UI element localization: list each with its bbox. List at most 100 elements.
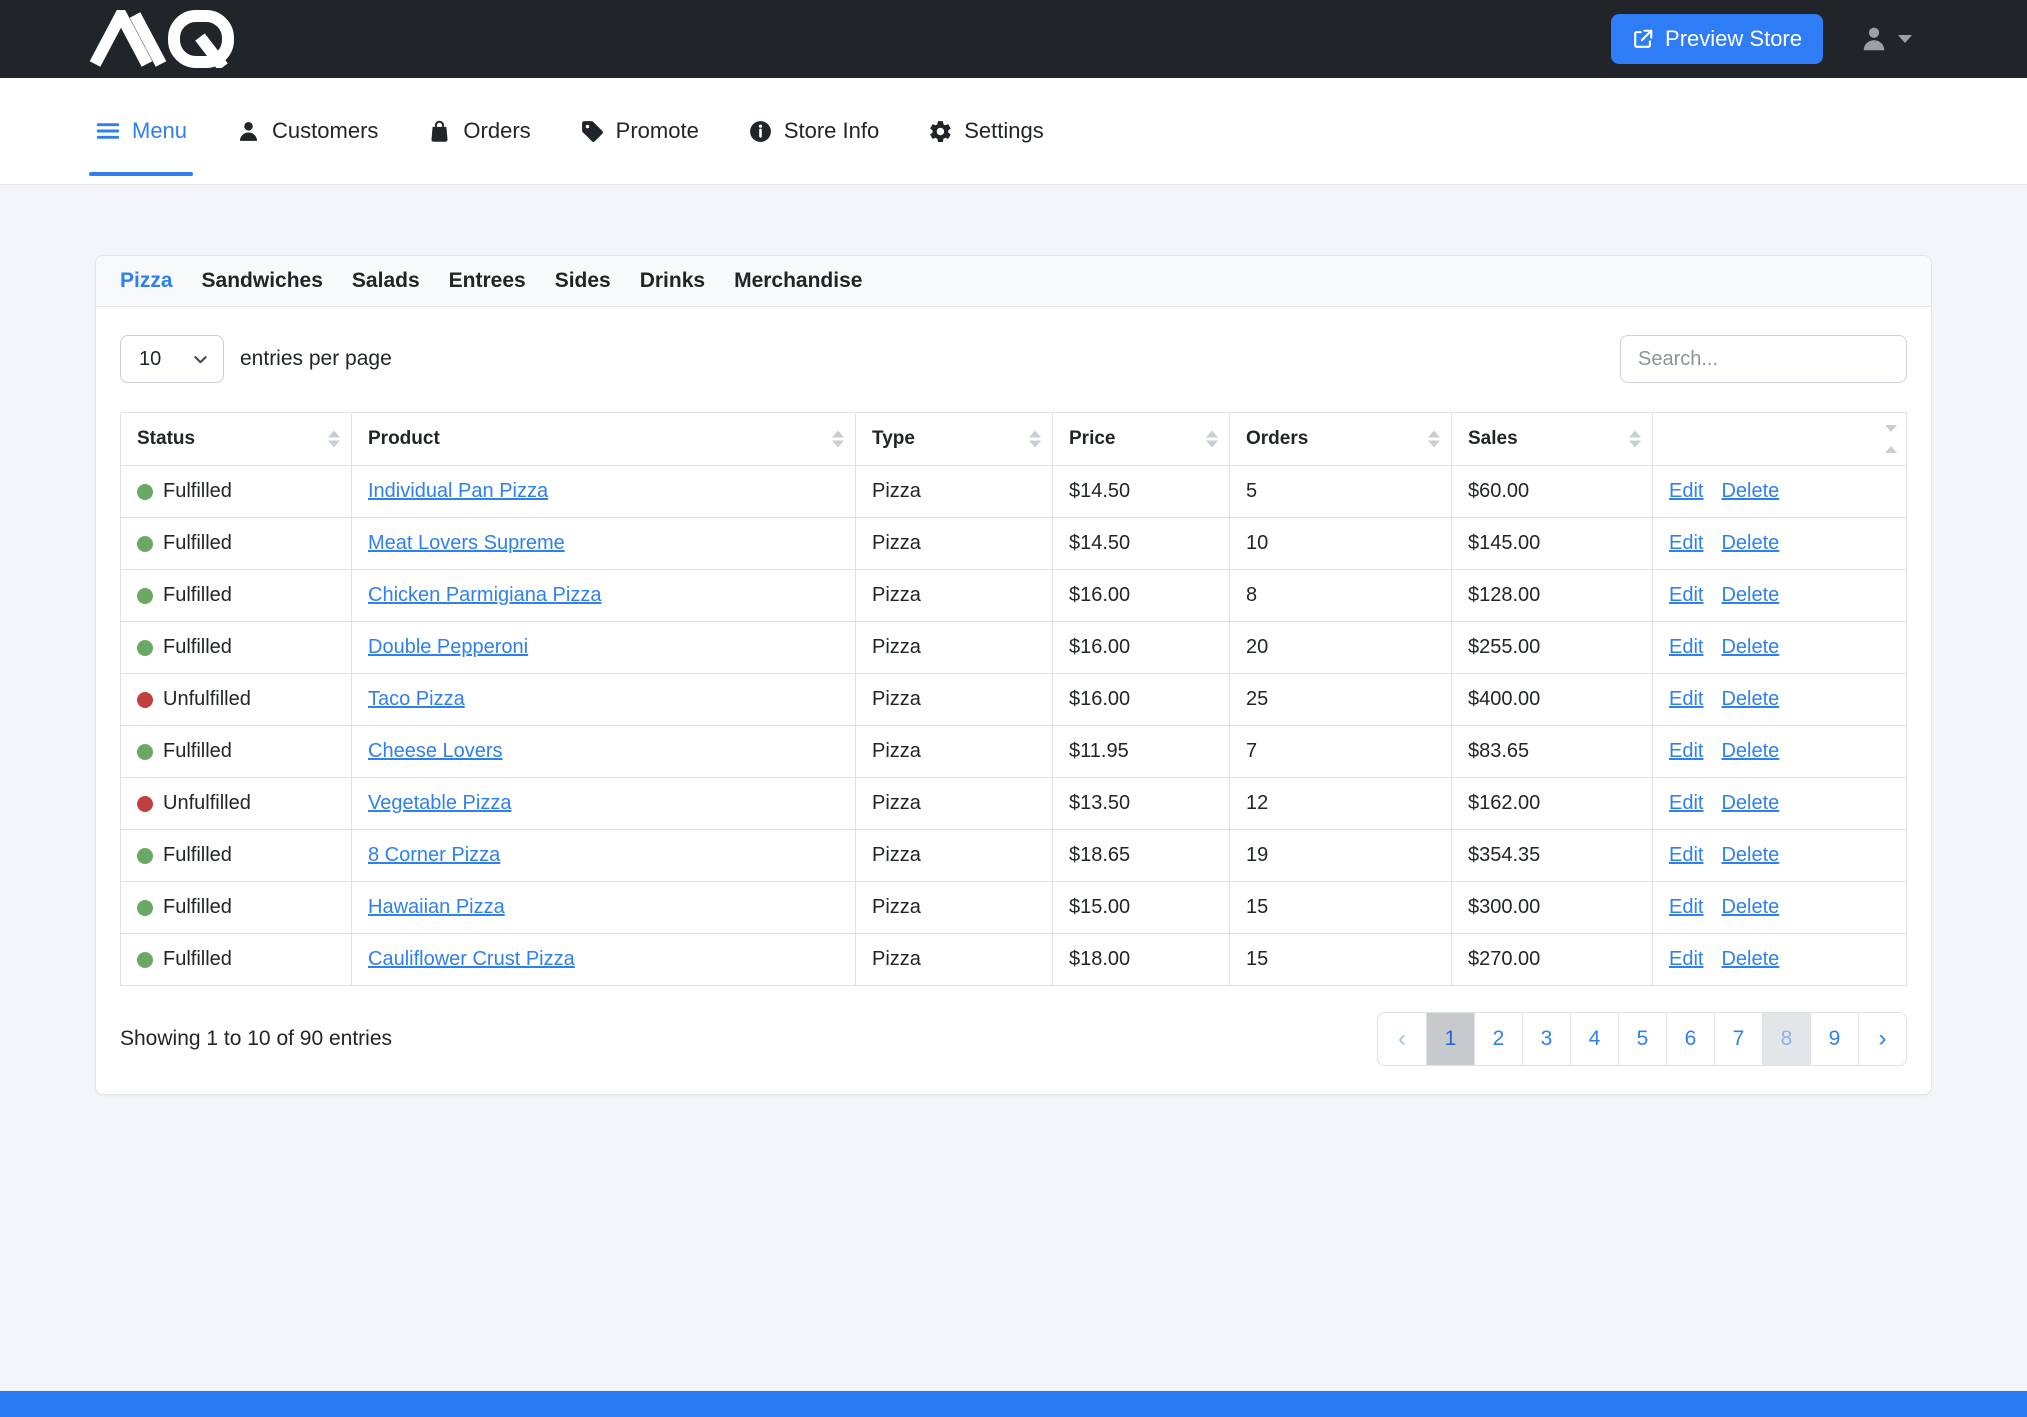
edit-link[interactable]: Edit [1669,532,1703,555]
nav-item-label: Promote [616,118,699,144]
status-label: Fulfilled [163,480,232,503]
edit-link[interactable]: Edit [1669,636,1703,659]
product-link[interactable]: Chicken Parmigiana Pizza [368,584,601,606]
table-row: FulfilledHawaiian PizzaPizza$15.0015$300… [121,882,1907,934]
product-link[interactable]: Individual Pan Pizza [368,480,548,502]
nav-item-promote[interactable]: Promote [580,78,699,184]
page-button-1[interactable]: 1 [1426,1013,1474,1065]
products-card: Pizza Sandwiches Salads Entrees Sides Drinks M… [95,255,1932,1095]
delete-link[interactable]: Delete [1721,584,1779,607]
edit-link[interactable]: Edit [1669,688,1703,711]
delete-link[interactable]: Delete [1721,636,1779,659]
sales-cell: $300.00 [1452,882,1653,934]
edit-link[interactable]: Edit [1669,844,1703,867]
nav-item-label: Settings [964,118,1044,144]
edit-link[interactable]: Edit [1669,948,1703,971]
orders-cell: 7 [1230,726,1452,778]
status-cell: Unfulfilled [137,792,335,815]
column-header-sales[interactable]: Sales [1452,413,1653,466]
preview-store-button[interactable]: Preview Store [1611,14,1823,64]
table-row: FulfilledCauliflower Crust PizzaPizza$18… [121,934,1907,986]
nav-item-customers[interactable]: Customers [236,78,378,184]
column-header-type[interactable]: Type [856,413,1053,466]
page-button-5[interactable]: 5 [1618,1013,1666,1065]
row-actions: Edit Delete [1669,844,1890,867]
tab-merchandise[interactable]: Merchandise [734,269,862,293]
sales-cell: $145.00 [1452,518,1653,570]
status-cell: Fulfilled [137,844,335,867]
nav-item-store-info[interactable]: Store Info [748,78,879,184]
sales-cell: $128.00 [1452,570,1653,622]
page-button-7[interactable]: 7 [1714,1013,1762,1065]
nav-item-label: Store Info [784,118,879,144]
page-button-9[interactable]: 9 [1810,1013,1858,1065]
status-cell: Fulfilled [137,740,335,763]
nav-item-settings[interactable]: Settings [928,78,1044,184]
hamburger-icon [95,118,121,144]
tab-pizza[interactable]: Pizza [120,269,173,293]
column-header-orders[interactable]: Orders [1230,413,1452,466]
column-header-status[interactable]: Status [121,413,352,466]
edit-link[interactable]: Edit [1669,740,1703,763]
delete-link[interactable]: Delete [1721,532,1779,555]
delete-link[interactable]: Delete [1721,844,1779,867]
page-button-8[interactable]: 8 [1762,1013,1810,1065]
delete-link[interactable]: Delete [1721,740,1779,763]
page-button-2[interactable]: 2 [1474,1013,1522,1065]
product-link[interactable]: 8 Corner Pizza [368,844,500,866]
product-link[interactable]: Vegetable Pizza [368,792,511,814]
delete-link[interactable]: Delete [1721,480,1779,503]
sort-arrows-icon [832,431,844,448]
product-link[interactable]: Double Pepperoni [368,636,528,658]
status-dot-icon [137,484,153,500]
status-label: Unfulfilled [163,792,251,815]
sales-cell: $83.65 [1452,726,1653,778]
page-prev-button[interactable]: ‹ [1378,1013,1426,1065]
delete-link[interactable]: Delete [1721,792,1779,815]
row-actions: Edit Delete [1669,636,1890,659]
edit-link[interactable]: Edit [1669,480,1703,503]
product-link[interactable]: Meat Lovers Supreme [368,532,565,554]
entries-per-page-select[interactable]: 10 [120,335,224,383]
tab-sandwiches[interactable]: Sandwiches [202,269,323,293]
type-cell: Pizza [856,726,1053,778]
app-logo[interactable] [88,10,246,68]
price-cell: $15.00 [1053,882,1230,934]
row-actions: Edit Delete [1669,740,1890,763]
column-header-price[interactable]: Price [1053,413,1230,466]
type-cell: Pizza [856,622,1053,674]
bottom-accent-bar [0,1391,2027,1417]
nav-item-menu[interactable]: Menu [95,78,187,184]
edit-link[interactable]: Edit [1669,792,1703,815]
orders-cell: 8 [1230,570,1452,622]
delete-link[interactable]: Delete [1721,896,1779,919]
tab-salads[interactable]: Salads [352,269,420,293]
page-button-4[interactable]: 4 [1570,1013,1618,1065]
tab-drinks[interactable]: Drinks [640,269,705,293]
page-next-button[interactable]: › [1858,1013,1906,1065]
product-link[interactable]: Cauliflower Crust Pizza [368,948,575,970]
preview-store-label: Preview Store [1665,26,1802,52]
tab-sides[interactable]: Sides [555,269,611,293]
status-dot-icon [137,848,153,864]
delete-link[interactable]: Delete [1721,948,1779,971]
product-link[interactable]: Taco Pizza [368,688,465,710]
page-button-3[interactable]: 3 [1522,1013,1570,1065]
delete-link[interactable]: Delete [1721,688,1779,711]
user-menu[interactable] [1859,24,1912,54]
pagination: ‹123456789› [1377,1012,1907,1066]
top-header: Preview Store [0,0,2027,78]
logo-mark-icon [88,10,246,68]
product-link[interactable]: Hawaiian Pizza [368,896,505,918]
column-header-product[interactable]: Product [352,413,856,466]
nav-item-orders[interactable]: Orders [427,78,530,184]
product-link[interactable]: Cheese Lovers [368,740,503,762]
edit-link[interactable]: Edit [1669,896,1703,919]
page-button-6[interactable]: 6 [1666,1013,1714,1065]
type-cell: Pizza [856,674,1053,726]
price-cell: $11.95 [1053,726,1230,778]
column-header-actions[interactable] [1653,413,1907,466]
tab-entrees[interactable]: Entrees [449,269,526,293]
edit-link[interactable]: Edit [1669,584,1703,607]
search-input[interactable] [1620,335,1907,383]
